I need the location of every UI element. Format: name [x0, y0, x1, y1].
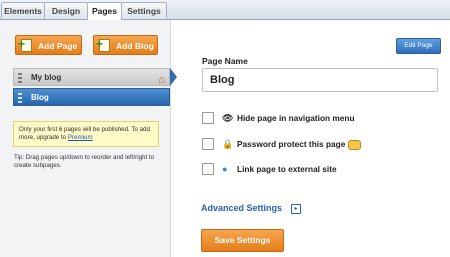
external-link-checkbox[interactable]	[202, 163, 214, 175]
lock-icon: 🔒	[222, 139, 234, 149]
selected-pointer-arrow	[170, 68, 177, 86]
page-item-label: My blog	[31, 73, 62, 82]
password-checkbox[interactable]	[202, 138, 214, 150]
drag-tip: Tip: Drag pages up/down to reorder and l…	[14, 154, 155, 169]
add-page-button[interactable]: Add Page	[15, 34, 82, 55]
globe-icon: ●	[222, 164, 228, 174]
page-item-label: Blog	[31, 93, 49, 102]
drag-handle-icon[interactable]	[18, 93, 22, 103]
eye-icon: 👁	[222, 113, 234, 123]
password-label[interactable]: Password protect this page	[237, 138, 362, 150]
hide-page-checkbox[interactable]	[202, 112, 214, 124]
tab-settings[interactable]: Settings	[121, 2, 167, 19]
add-page-icon	[18, 34, 32, 54]
tab-design[interactable]: Design	[44, 2, 88, 19]
save-settings-button[interactable]: Save Settings	[201, 229, 284, 252]
home-icon: ⌂	[158, 74, 165, 86]
tab-elements[interactable]: Elements	[1, 2, 45, 19]
password-label-text: Password protect this page	[237, 139, 346, 149]
advanced-settings-link[interactable]: Advanced Settings	[201, 203, 282, 213]
tab-pages[interactable]: Pages	[87, 2, 122, 20]
add-blog-button[interactable]: Add Blog	[93, 34, 158, 55]
page-name-label: Page Name	[202, 56, 248, 66]
drag-handle-icon[interactable]	[18, 73, 22, 83]
page-limit-notice: Only your first 6 pages will be publishe…	[13, 121, 159, 147]
add-blog-label: Add Blog	[116, 41, 154, 51]
add-page-label: Add Page	[38, 41, 78, 51]
pages-sidebar: Add Page Add Blog My blog ⌂ Blog Only yo…	[0, 20, 171, 257]
page-item-blog[interactable]: Blog	[13, 88, 170, 106]
top-tab-bar: Elements Design Pages Settings	[0, 0, 450, 20]
page-item-my-blog[interactable]: My blog ⌂	[13, 68, 170, 86]
expand-arrow-icon[interactable]: ▸	[291, 204, 301, 214]
upgrade-link[interactable]: Premium	[68, 134, 93, 141]
hide-page-label[interactable]: Hide page in navigation menu	[237, 112, 355, 124]
edit-page-button[interactable]: Edit Page	[396, 38, 441, 54]
page-name-input[interactable]	[202, 68, 438, 92]
premium-badge-icon	[348, 139, 362, 150]
add-blog-icon	[96, 34, 110, 54]
external-link-label[interactable]: Link page to external site	[237, 163, 337, 175]
